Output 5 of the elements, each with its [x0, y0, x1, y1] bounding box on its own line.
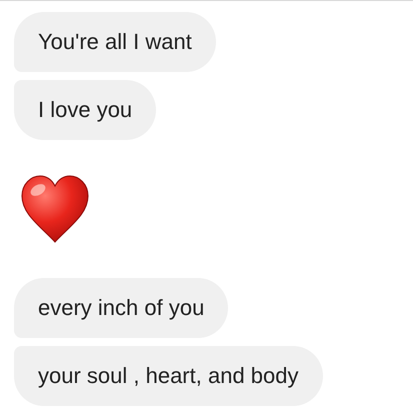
message-bubble: I love you	[14, 80, 156, 140]
message-bubble: You're all I want	[14, 12, 216, 72]
message-bubble: your soul , heart, and body	[14, 346, 322, 406]
message-bubble: every inch of you	[14, 278, 228, 338]
heart-icon	[20, 174, 90, 244]
